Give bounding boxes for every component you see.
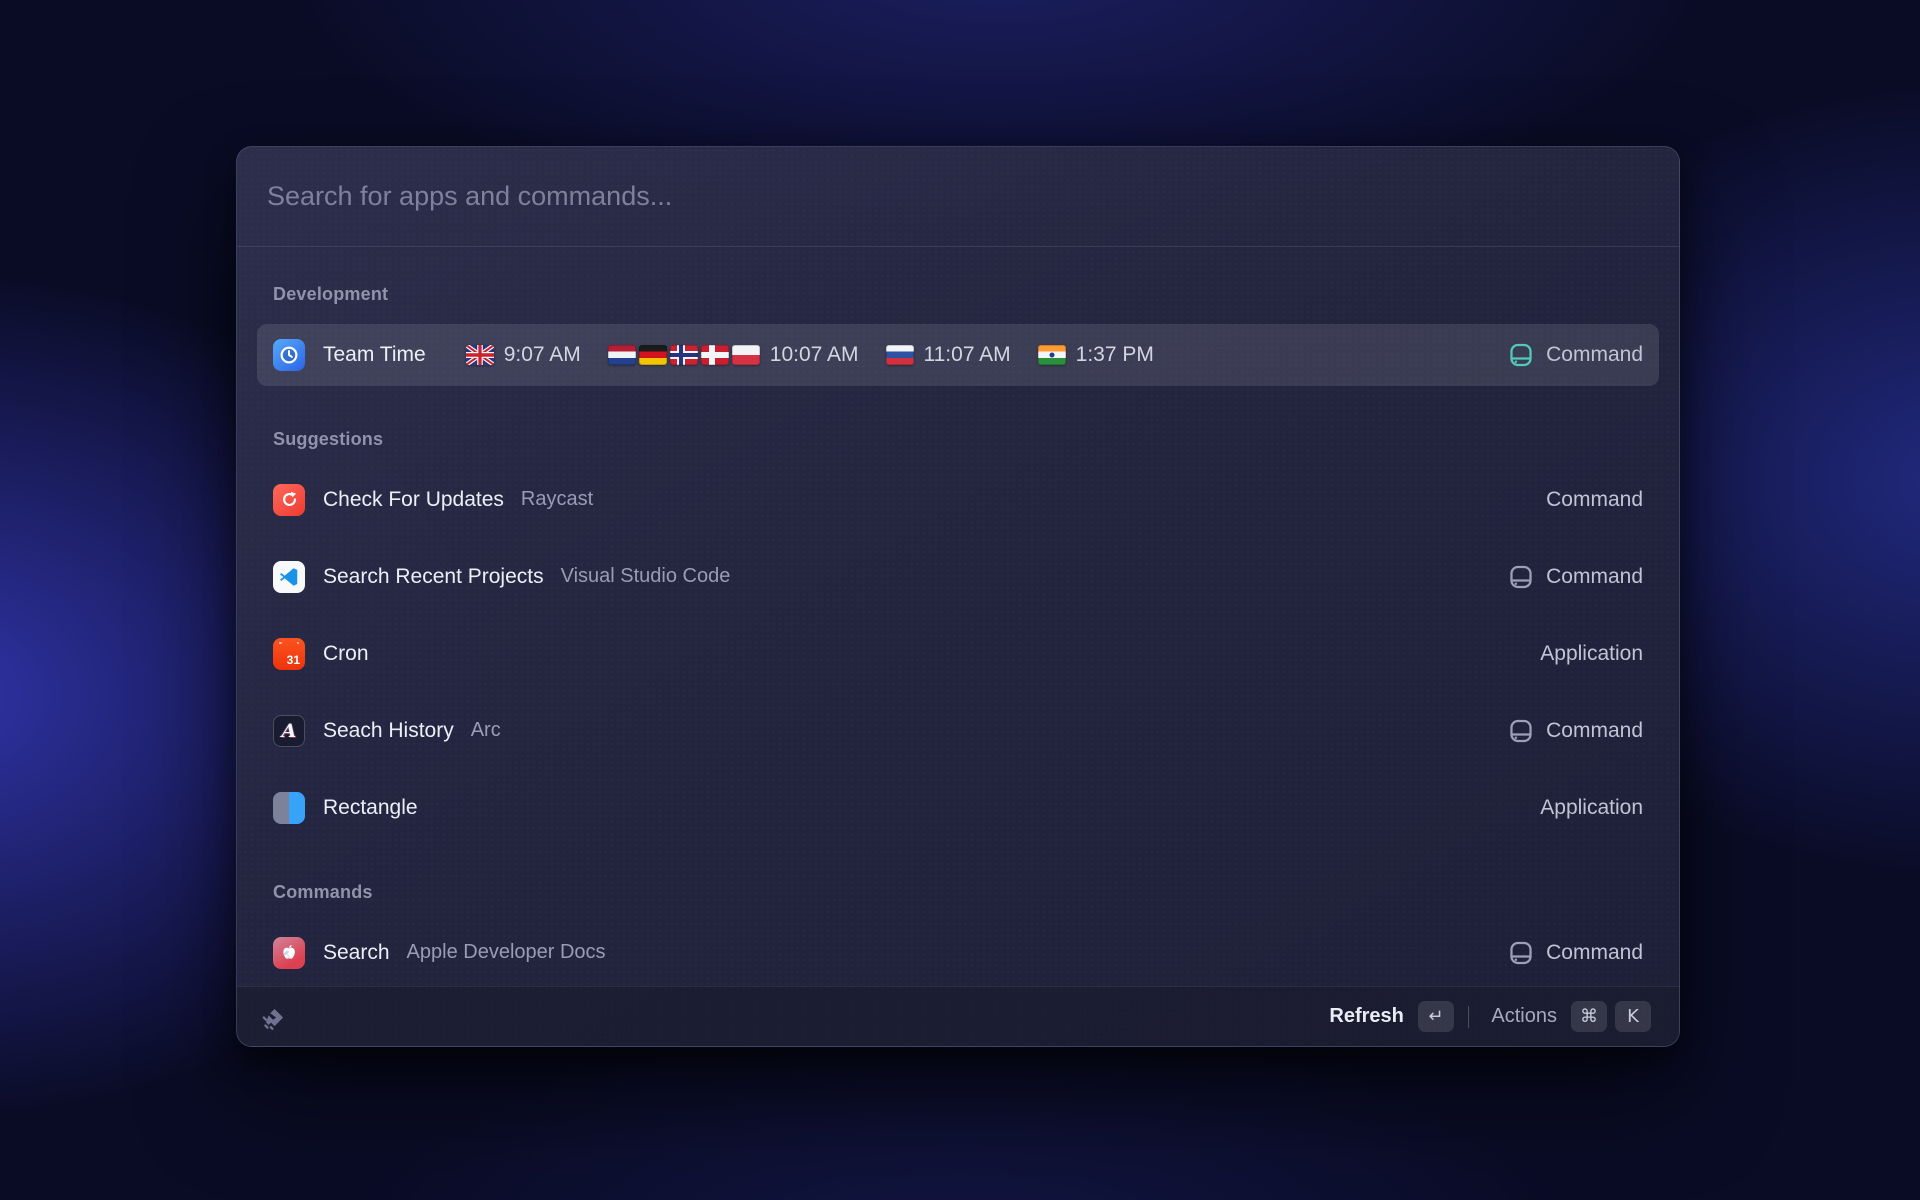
item-type-label: Command [1546,719,1643,743]
item-subtitle: Arc [471,719,501,742]
item-accessory: Command [1508,564,1643,590]
timezone-central-europe: 10:07 AM [608,343,859,367]
item-type-label: Command [1546,565,1643,589]
arc-browser-icon: A [273,715,305,747]
actions-label: Actions [1491,1005,1557,1028]
team-time-clock-icon [273,339,305,371]
item-type-label: Command [1546,488,1643,512]
timezone-time: 1:37 PM [1076,343,1154,367]
item-title: Search Recent Projects [323,565,544,589]
raycast-refresh-icon [273,484,305,516]
command-drive-icon [1508,564,1534,590]
item-type-label: Command [1546,343,1643,367]
item-accessory: Command [1508,342,1643,368]
item-subtitle: Raycast [521,488,593,511]
timezone-time: 11:07 AM [924,343,1011,367]
item-title: Cron [323,642,369,666]
list-item-team-time[interactable]: Team Time 9:07 AM [257,316,1659,393]
item-title: Search [323,941,390,965]
footer-divider [1468,1006,1470,1028]
timezone-russia: 11:07 AM [886,343,1011,367]
flag-denmark-icon [701,345,729,365]
item-subtitle: Visual Studio Code [561,565,731,588]
command-drive-icon [1508,940,1534,966]
section-header-commands: Commands [257,870,1659,914]
list-item-rectangle[interactable]: Rectangle Application [257,769,1659,846]
actions-button[interactable]: Actions ⌘ K [1485,997,1657,1036]
raycast-logo-icon [259,1002,289,1032]
section-header-suggestions: Suggestions [257,417,1659,461]
refresh-label: Refresh [1329,1005,1403,1028]
item-type-label: Application [1540,796,1643,820]
k-key-icon: K [1615,1001,1651,1032]
flag-norway-icon [670,345,698,365]
flag-russia-icon [886,345,914,365]
item-title: Check For Updates [323,488,504,512]
command-key-icon: ⌘ [1571,1001,1607,1032]
item-type-label: Application [1540,642,1643,666]
timezone-time: 10:07 AM [770,343,859,367]
command-drive-icon [1508,342,1534,368]
apple-docs-icon [273,937,305,969]
refresh-button[interactable]: Refresh ↵ [1323,997,1459,1036]
item-accessory: Command [1508,718,1643,744]
search-input[interactable] [267,181,1649,212]
raycast-launcher-window: Development Team Time 9:07 AM [236,146,1680,1047]
footer-bar: Refresh ↵ Actions ⌘ K [237,986,1679,1046]
flag-netherlands-icon [608,345,636,365]
item-accessory: Application [1540,642,1643,666]
list-item-cron[interactable]: 31 Cron Application [257,615,1659,692]
item-title: Seach History [323,719,454,743]
list-item-check-for-updates[interactable]: Check For Updates Raycast Command [257,461,1659,538]
search-bar [237,147,1679,247]
item-subtitle: Apple Developer Docs [407,941,606,964]
results-list: Development Team Time 9:07 AM [237,248,1679,986]
flag-united-kingdom-icon [466,345,494,365]
flag-poland-icon [732,345,760,365]
section-header-development: Development [257,272,1659,316]
vscode-icon [273,561,305,593]
item-title: Team Time [323,343,426,367]
timezone-uk: 9:07 AM [466,343,581,367]
list-item-seach-history[interactable]: A Seach History Arc Command [257,692,1659,769]
rectangle-app-icon [273,792,305,824]
timezone-list: 9:07 AM 10:07 AM [466,343,1154,367]
command-drive-icon [1508,718,1534,744]
item-title: Rectangle [323,796,418,820]
list-item-search-recent-projects[interactable]: Search Recent Projects Visual Studio Cod… [257,538,1659,615]
item-accessory: Application [1540,796,1643,820]
list-item-search-apple-docs[interactable]: Search Apple Developer Docs Command [257,914,1659,986]
return-key-icon: ↵ [1418,1001,1454,1032]
item-accessory: Command [1508,940,1643,966]
timezone-india: 1:37 PM [1038,343,1154,367]
item-accessory: Command [1546,488,1643,512]
timezone-time: 9:07 AM [504,343,581,367]
flag-germany-icon [639,345,667,365]
item-type-label: Command [1546,941,1643,965]
cron-calendar-icon: 31 [273,638,305,670]
flag-india-icon [1038,345,1066,365]
